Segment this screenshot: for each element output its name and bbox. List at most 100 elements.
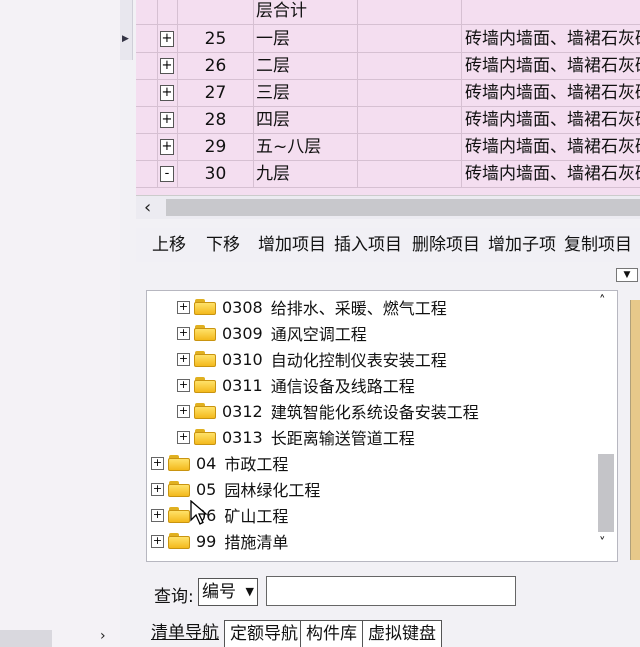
tree-item[interactable]: +0310 自动化控制仪表安装工程 [177, 346, 447, 372]
folder-icon [168, 481, 190, 497]
row-name: 三层 [254, 79, 358, 107]
tab-bill-navigation[interactable]: 清单导航 [146, 620, 224, 647]
expand-plus-icon[interactable]: + [177, 430, 190, 444]
bill-navigation-tree: +0308 给排水、采暖、燃气工程 +0309 通风空调工程 +0310 自动化控制仪表安… [146, 290, 618, 562]
row-description: 砖墙内墙面、墙裙石灰砂 [465, 83, 640, 103]
tree-item-code: 0312 [222, 401, 263, 421]
panel-dropdown-button[interactable]: ▼ [616, 268, 638, 282]
expand-plus-icon[interactable]: + [151, 456, 164, 470]
table-row[interactable]: +27 三层 砖墙内墙面、墙裙石灰砂 [136, 79, 640, 107]
tree-item-code: 0311 [222, 375, 263, 395]
expand-toggle-icon[interactable]: + [160, 58, 174, 74]
expand-toggle-icon[interactable]: + [160, 139, 174, 155]
row-description: 砖墙内墙面、墙裙石灰砂 [465, 164, 640, 184]
tree-item-code: 04 [196, 453, 217, 473]
folder-icon [194, 325, 216, 341]
tree-item[interactable]: +05 园林绿化工程 [151, 476, 320, 502]
table-row[interactable]: +29 五~八层 砖墙内墙面、墙裙石灰砂 [136, 133, 640, 161]
chevron-down-icon[interactable]: ˅ [599, 536, 606, 551]
tree-item[interactable]: +04 市政工程 [151, 450, 288, 476]
folder-icon [194, 299, 216, 315]
row-name: 五~八层 [254, 133, 358, 161]
row-name: 九层 [254, 160, 358, 188]
search-field-select[interactable]: 编号 ▼ [198, 578, 258, 606]
grid-horizontal-scrollbar[interactable]: ‹ [136, 195, 640, 219]
chevron-up-icon[interactable]: ˄ [599, 294, 606, 309]
expand-toggle-icon[interactable]: + [160, 31, 174, 47]
search-field-value: 编号 [202, 582, 236, 602]
expand-plus-icon[interactable]: + [151, 508, 164, 522]
left-horizontal-scrollbar[interactable] [0, 630, 52, 647]
tree-item-code: 0313 [222, 427, 263, 447]
chevron-right-icon[interactable]: › [100, 628, 106, 644]
copy-item-button[interactable]: 复制项目 [564, 232, 632, 258]
tree-item-label: 通信设备及线路工程 [270, 377, 415, 396]
left-scrollbar[interactable]: ▶ [120, 0, 133, 60]
move-down-button[interactable]: 下移 [206, 232, 240, 258]
tree-item[interactable]: +0313 长距离输送管道工程 [177, 424, 415, 450]
tree-item-label: 自动化控制仪表安装工程 [270, 351, 447, 370]
move-up-button[interactable]: 上移 [152, 232, 186, 258]
row-name: 一层 [254, 25, 358, 53]
tab-quota-navigation[interactable]: 定额导航 [224, 620, 304, 647]
table-row[interactable]: 层合计 [136, 0, 640, 25]
expand-plus-icon[interactable]: + [151, 482, 164, 496]
tree-item-label: 给排水、采暖、燃气工程 [270, 299, 447, 318]
search-label: 查询: [154, 587, 194, 607]
tab-virtual-keyboard[interactable]: 虚拟键盘 [362, 620, 442, 647]
add-child-button[interactable]: 增加子项 [488, 232, 556, 258]
table-row[interactable]: +25 一层 砖墙内墙面、墙裙石灰砂 [136, 25, 640, 53]
tree-item-code: 05 [196, 479, 217, 499]
expand-plus-icon[interactable]: + [177, 326, 190, 340]
tree-item[interactable]: +0312 建筑智能化系统设备安装工程 [177, 398, 479, 424]
table-row[interactable]: -30 九层 砖墙内墙面、墙裙石灰砂 [136, 160, 640, 188]
left-pane [0, 0, 120, 647]
expand-toggle-icon[interactable]: - [160, 166, 174, 182]
folder-icon [168, 455, 190, 471]
row-number: 26 [178, 52, 254, 80]
scroll-left-arrow-icon[interactable]: ‹ [144, 196, 151, 220]
mouse-cursor-icon [190, 500, 208, 525]
tree-item[interactable]: +0308 给排水、采暖、燃气工程 [177, 294, 447, 320]
tree-item-label: 措施清单 [224, 533, 289, 552]
row-number: 25 [178, 25, 254, 53]
bottom-tabs: 清单导航 定额导航 构件库 虚拟键盘 [146, 620, 640, 647]
tree-item-label: 市政工程 [224, 455, 289, 474]
expand-plus-icon[interactable]: + [177, 352, 190, 366]
scrollbar-thumb[interactable] [598, 454, 614, 532]
expand-plus-icon[interactable]: + [151, 534, 164, 548]
row-number: 29 [178, 133, 254, 161]
expand-toggle-icon[interactable]: + [160, 112, 174, 128]
scrollbar-thumb[interactable] [166, 199, 640, 216]
row-number: 27 [178, 79, 254, 107]
row-description: 砖墙内墙面、墙裙石灰砂 [465, 110, 640, 130]
expand-toggle-icon[interactable]: + [160, 85, 174, 101]
tree-item-label: 建筑智能化系统设备安装工程 [270, 403, 479, 422]
row-description: 砖墙内墙面、墙裙石灰砂 [465, 56, 640, 76]
row-number: 30 [178, 160, 254, 188]
table-row[interactable]: +26 二层 砖墙内墙面、墙裙石灰砂 [136, 52, 640, 80]
expand-plus-icon[interactable]: + [177, 378, 190, 392]
expand-plus-icon[interactable]: + [177, 404, 190, 418]
tree-item[interactable]: +0309 通风空调工程 [177, 320, 367, 346]
bill-grid: 层合计 +25 一层 砖墙内墙面、墙裙石灰砂 +26 二层 砖墙内墙面、墙裙石灰砂 +27 三… [136, 0, 640, 195]
insert-item-button[interactable]: 插入项目 [334, 232, 402, 258]
add-item-button[interactable]: 增加项目 [258, 232, 326, 258]
scroll-right-arrow-icon[interactable]: ▶ [122, 34, 129, 44]
tree-item[interactable]: +0311 通信设备及线路工程 [177, 372, 415, 398]
grid-toolbar: 上移 下移 增加项目 插入项目 删除项目 增加子项 复制项目 [136, 228, 640, 262]
expand-plus-icon[interactable]: + [177, 300, 190, 314]
tree-item-code: 0310 [222, 349, 263, 369]
tree-item[interactable]: +99 措施清单 [151, 528, 288, 554]
chevron-down-icon: ▼ [623, 270, 631, 280]
tab-component-library[interactable]: 构件库 [300, 620, 363, 647]
tree-item[interactable]: +06 矿山工程 [151, 502, 288, 528]
row-number: 28 [178, 106, 254, 134]
table-row[interactable]: +28 四层 砖墙内墙面、墙裙石灰砂 [136, 106, 640, 134]
delete-item-button[interactable]: 删除项目 [412, 232, 480, 258]
tree-item-label: 通风空调工程 [270, 325, 367, 344]
chevron-down-icon: ▼ [245, 585, 254, 598]
tree-vertical-scrollbar[interactable]: ˄ ˅ [596, 294, 616, 558]
search-input[interactable] [266, 576, 516, 606]
folder-icon [168, 507, 190, 523]
